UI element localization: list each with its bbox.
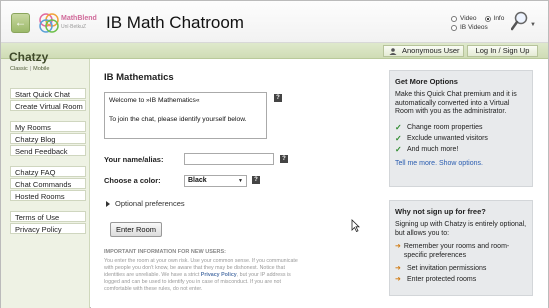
- list-item: ✓ Exclude unwanted visitors: [395, 133, 488, 143]
- mouse-cursor-icon: [351, 219, 360, 232]
- checkmark-icon: ✓: [395, 133, 402, 143]
- mathblend-logo[interactable]: MathBlend Unl·BetkuZ: [37, 11, 97, 35]
- panel-description: Make this Quick Chat premium and it is a…: [395, 91, 517, 115]
- sidebar-item-privacy-policy[interactable]: Privacy Policy: [10, 223, 86, 234]
- account-bar: [1, 43, 548, 59]
- sidebar-group-legal: Terms of Use Privacy Policy: [10, 211, 86, 235]
- privacy-policy-link[interactable]: Privacy Policy: [201, 272, 237, 278]
- logo-rings-icon: [39, 13, 59, 33]
- arrow-bullet-icon: ➜: [395, 265, 401, 272]
- sidebar-group-account: My Rooms Chatzy Blog Send Feedback: [10, 121, 86, 157]
- room-heading: IB Mathematics: [104, 72, 174, 83]
- login-signup-button[interactable]: Log In / Sign Up: [467, 45, 538, 57]
- welcome-line: Welcome to »IB Mathematics«: [109, 97, 200, 104]
- page-title: IB Math Chatroom: [106, 13, 244, 32]
- sign-up-panel: Why not sign up for free? Signing up wit…: [389, 200, 533, 296]
- classic-link[interactable]: Classic: [10, 66, 28, 72]
- header-bar: ← MathBlend Unl·BetkuZ IB Math Chatroom …: [1, 1, 548, 43]
- magnifier-icon[interactable]: [511, 11, 529, 31]
- sidebar-item-chat-commands[interactable]: Chat Commands: [10, 178, 86, 189]
- list-item: ➜ Enter protected rooms: [395, 276, 477, 283]
- radio-ib-videos[interactable]: IB Videos: [451, 24, 488, 31]
- signup-benefits-list: ➜ Remember your rooms and room-specific p…: [395, 243, 527, 285]
- new-users-notice-title: IMPORTANT INFORMATION FOR NEW USERS:: [104, 249, 227, 255]
- new-users-notice-text: You enter the room at your own risk. Use…: [104, 258, 298, 292]
- user-icon: [389, 48, 397, 55]
- sidebar-item-chatzy-faq[interactable]: Chatzy FAQ: [10, 166, 86, 177]
- help-icon[interactable]: ?: [280, 155, 288, 163]
- sidebar-item-hosted-rooms[interactable]: Hosted Rooms: [10, 190, 86, 201]
- sidebar-item-terms-of-use[interactable]: Terms of Use: [10, 211, 86, 222]
- sidebar-group-help: Chatzy FAQ Chat Commands Hosted Rooms: [10, 166, 86, 202]
- tell-me-more-link[interactable]: Tell me more. Show options.: [395, 160, 527, 167]
- list-item: ✓ And much more!: [395, 144, 459, 154]
- arrow-bullet-icon: ➜: [395, 276, 401, 283]
- get-more-options-panel: Get More Options Make this Quick Chat pr…: [389, 70, 533, 187]
- panel-title: Why not sign up for free?: [395, 207, 486, 216]
- name-label: Your name/alias:: [104, 155, 164, 164]
- logo-tagline: Unl·BetkuZ: [61, 24, 87, 30]
- logo-name: MathBlend: [61, 15, 97, 22]
- mobile-link[interactable]: Mobile: [33, 66, 49, 72]
- radio-circle-icon: [451, 15, 457, 22]
- radio-circle-icon: [451, 24, 457, 31]
- sidebar-item-send-feedback[interactable]: Send Feedback: [10, 145, 86, 156]
- brand-mode-links: Classic | Mobile: [10, 66, 50, 72]
- sidebar-item-start-quick-chat[interactable]: Start Quick Chat: [10, 88, 86, 99]
- sidebar-group-chat: Start Quick Chat Create Virtual Room: [10, 88, 86, 112]
- panel-description: Signing up with Chatzy is entirely optio…: [395, 221, 527, 237]
- panel-title: Get More Options: [395, 77, 458, 86]
- radio-info[interactable]: Info: [484, 15, 504, 22]
- help-icon[interactable]: ?: [274, 94, 282, 102]
- identify-line: To join the chat, please identify yourse…: [109, 116, 247, 123]
- name-alias-input[interactable]: [184, 153, 274, 165]
- help-icon[interactable]: ?: [252, 176, 260, 184]
- anonymous-user-button[interactable]: Anonymous User: [383, 45, 464, 57]
- radio-video[interactable]: Video: [451, 15, 477, 22]
- brand-logo[interactable]: Chatzy: [9, 50, 48, 64]
- list-item: ➜ Remember your rooms and room-specific p…: [395, 243, 510, 259]
- chevron-down-icon: ▼: [238, 178, 243, 184]
- back-button[interactable]: ←: [11, 13, 30, 33]
- color-label: Choose a color:: [104, 176, 161, 185]
- search-dropdown-icon[interactable]: ▼: [530, 22, 536, 28]
- checkmark-icon: ✓: [395, 144, 402, 154]
- sidebar-item-chatzy-blog[interactable]: Chatzy Blog: [10, 133, 86, 144]
- optional-preferences-toggle[interactable]: Optional preferences: [106, 199, 185, 208]
- color-select[interactable]: Black ▼: [184, 175, 247, 187]
- sidebar-item-my-rooms[interactable]: My Rooms: [10, 121, 86, 132]
- arrow-bullet-icon: ➜: [395, 243, 401, 250]
- premium-features-list: ✓ Change room properties ✓ Exclude unwante…: [395, 122, 527, 155]
- list-item: ➜ Set invitation permissions: [395, 265, 487, 272]
- expand-triangle-icon: [106, 201, 110, 208]
- list-item: ✓ Change room properties: [395, 122, 483, 132]
- radio-selected-icon: [484, 15, 491, 22]
- search-type-options: Video Info IB Videos: [451, 14, 512, 32]
- sidebar-item-create-virtual-room[interactable]: Create Virtual Room: [10, 100, 86, 111]
- welcome-message-box: Welcome to »IB Mathematics« To join the …: [104, 92, 267, 139]
- enter-room-button[interactable]: Enter Room: [110, 222, 162, 237]
- checkmark-icon: ✓: [395, 122, 402, 132]
